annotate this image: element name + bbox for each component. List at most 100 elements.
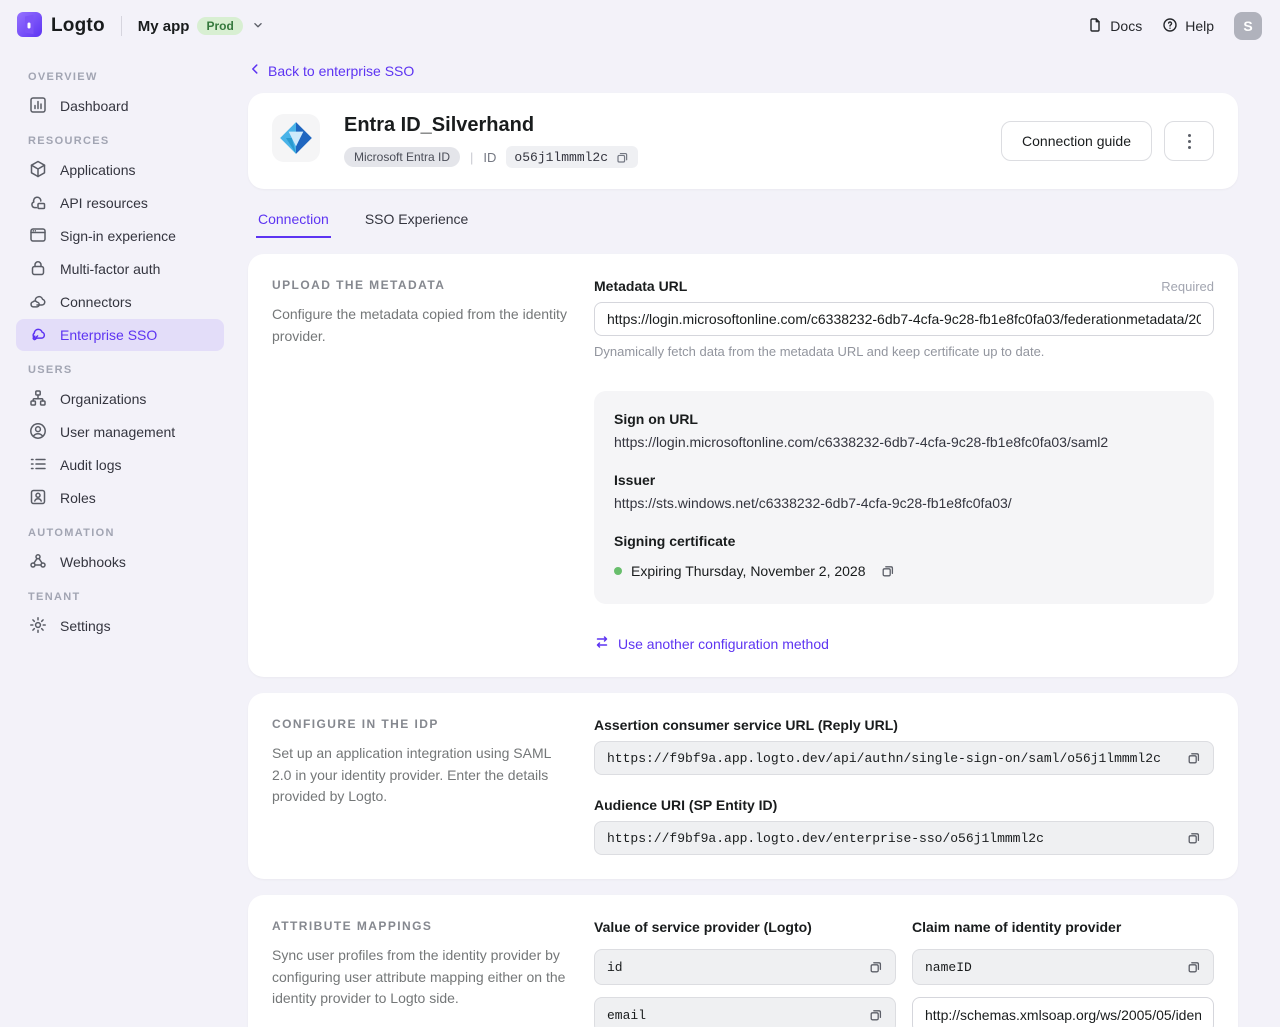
idp-column-header: Claim name of identity provider [912, 919, 1122, 935]
sidebar-item-user-management[interactable]: User management [16, 416, 224, 448]
sidebar-item-applications[interactable]: Applications [16, 154, 224, 186]
docs-button[interactable]: Docs [1077, 11, 1152, 42]
sign-on-url-label: Sign on URL [614, 411, 698, 427]
sidebar-item-connectors[interactable]: Connectors [16, 286, 224, 318]
mapping-sp-email-value [607, 1007, 863, 1023]
sidebar-item-dashboard[interactable]: Dashboard [16, 90, 224, 122]
sidebar-item-label: Organizations [60, 391, 147, 407]
webhook-icon [28, 551, 48, 574]
tab-bar: Connection SSO Experience [256, 207, 1238, 238]
main-content: Back to enterprise SSO Entra ID_Silverha… [240, 52, 1280, 1027]
idp-section-info: CONFIGURE IN THE IDP Set up an applicati… [272, 717, 568, 855]
sidebar-item-settings[interactable]: Settings [16, 610, 224, 642]
connector-id-value: o56j1lmmml2c [514, 149, 609, 165]
audience-uri-value [607, 830, 1181, 846]
metadata-section-form: Metadata URL Required Dynamically fetch … [594, 278, 1214, 653]
sp-column-header: Value of service provider (Logto) [594, 919, 812, 935]
more-actions-button[interactable] [1164, 121, 1214, 161]
gear-icon [28, 615, 48, 638]
sidebar-item-label: Multi-factor auth [60, 261, 161, 277]
sidebar-item-api-resources[interactable]: API resources [16, 187, 224, 219]
mapping-idp-nameid-value [925, 959, 1181, 975]
user-avatar[interactable]: S [1234, 12, 1262, 40]
mapping-sp-id-value [607, 959, 863, 975]
id-label: ID [483, 149, 497, 165]
logto-logo[interactable]: Logto [16, 11, 105, 41]
help-label: Help [1185, 18, 1214, 34]
cube-icon [28, 159, 48, 182]
copy-icon[interactable] [875, 558, 901, 584]
sidebar-item-label: Enterprise SSO [60, 327, 158, 343]
mapping-table: Value of service provider (Logto) id ema… [594, 919, 1214, 1027]
copy-icon[interactable] [863, 954, 889, 980]
upload-metadata-card: UPLOAD THE METADATA Configure the metada… [248, 254, 1238, 677]
section-title: CONFIGURE IN THE IDP [272, 717, 439, 731]
issuer-label: Issuer [614, 472, 656, 488]
copy-icon[interactable] [614, 149, 630, 165]
mapping-idp-email-input[interactable] [912, 997, 1214, 1027]
connector-header-card: Entra ID_Silverhand Microsoft Entra ID |… [248, 93, 1238, 189]
connector-title-block: Entra ID_Silverhand Microsoft Entra ID |… [344, 114, 639, 168]
chevron-left-icon [248, 62, 262, 79]
metadata-url-label: Metadata URL [594, 278, 688, 294]
section-description: Sync user profiles from the identity pro… [272, 947, 566, 1007]
swap-arrows-icon [594, 634, 610, 653]
audience-uri-label: Audience URI (SP Entity ID) [594, 797, 778, 813]
use-another-configuration-link[interactable]: Use another configuration method [594, 634, 829, 653]
connector-id-chip: o56j1lmmml2c [506, 146, 639, 168]
section-description: Set up an application integration using … [272, 745, 551, 805]
section-overview: OVERVIEW [28, 71, 98, 83]
tab-sso-experience[interactable]: SSO Experience [363, 207, 471, 238]
sidebar-item-label: Connectors [60, 294, 132, 310]
sidebar-item-multi-factor-auth[interactable]: Multi-factor auth [16, 253, 224, 285]
connectors-cloud-icon [28, 291, 48, 314]
entra-id-logo [272, 114, 320, 162]
logto-logo-icon [16, 11, 43, 41]
back-link-label: Back to enterprise SSO [268, 62, 415, 79]
sidebar-item-roles[interactable]: Roles [16, 482, 224, 514]
chevron-down-icon [251, 18, 265, 35]
mapping-idp-column: Claim name of identity provider [912, 919, 1214, 1027]
meta-divider: | [470, 149, 474, 165]
copy-icon[interactable] [1181, 745, 1207, 771]
audience-uri-field [594, 821, 1214, 855]
dashboard-icon [28, 95, 48, 118]
copy-icon[interactable] [1181, 954, 1207, 980]
copy-icon[interactable] [1181, 825, 1207, 851]
brand-name: Logto [51, 15, 105, 36]
sidebar-item-audit-logs[interactable]: Audit logs [16, 449, 224, 481]
section-users: USERS [28, 364, 73, 376]
tab-connection[interactable]: Connection [256, 207, 331, 238]
docs-file-icon [1087, 17, 1103, 36]
sidebar-item-label: Sign-in experience [60, 228, 176, 244]
sidebar-item-label: API resources [60, 195, 148, 211]
connection-guide-button[interactable]: Connection guide [1001, 121, 1152, 161]
use-another-configuration-label: Use another configuration method [618, 635, 829, 652]
sidebar-item-label: Webhooks [60, 554, 126, 570]
mapping-sp-id-field [594, 949, 896, 985]
required-indicator: Required [1161, 278, 1214, 294]
list-icon [28, 454, 48, 477]
sidebar-item-webhooks[interactable]: Webhooks [16, 546, 224, 578]
metadata-section-info: UPLOAD THE METADATA Configure the metada… [272, 278, 568, 653]
sidebar-item-sign-in-experience[interactable]: Sign-in experience [16, 220, 224, 252]
id-card-icon [28, 487, 48, 510]
sidebar-item-label: Roles [60, 490, 96, 506]
sidebar-item-label: Settings [60, 618, 111, 634]
section-tenant: TENANT [28, 591, 81, 603]
section-title: UPLOAD THE METADATA [272, 278, 446, 292]
certificate-expiry-text: Expiring Thursday, November 2, 2028 [631, 563, 866, 579]
back-link[interactable]: Back to enterprise SSO [248, 62, 414, 79]
help-circle-icon [1162, 17, 1178, 36]
section-resources: RESOURCES [28, 135, 110, 147]
env-badge: Prod [197, 17, 243, 35]
page-title: Entra ID_Silverhand [344, 114, 535, 136]
sidebar-item-enterprise-sso[interactable]: Enterprise SSO [16, 319, 224, 351]
metadata-url-input[interactable] [594, 302, 1214, 336]
sidebar-item-organizations[interactable]: Organizations [16, 383, 224, 415]
sidebar: OVERVIEW Dashboard RESOURCES Application… [0, 52, 240, 1027]
copy-icon[interactable] [863, 1002, 889, 1027]
app-switcher[interactable]: My app Prod [138, 17, 265, 35]
api-resources-icon [28, 192, 48, 215]
help-button[interactable]: Help [1152, 11, 1224, 42]
